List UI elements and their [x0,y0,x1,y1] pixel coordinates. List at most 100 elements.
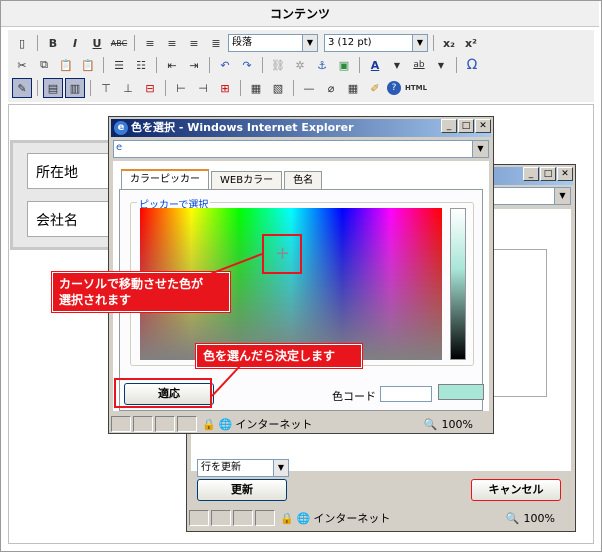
update-button[interactable]: 更新 [197,479,287,501]
toolbar-divider [156,57,157,73]
status-cell [189,510,209,526]
delete-row-icon[interactable]: ⊟ [140,78,160,98]
zoom-level[interactable]: 100% [524,512,555,525]
toolbar-divider [456,57,457,73]
remove-format-icon[interactable]: ⌀ [321,78,341,98]
luminance-bar[interactable] [450,208,466,360]
superscript-icon[interactable]: x² [461,33,481,53]
toolbar-divider [209,57,210,73]
chevron-down-icon: ▼ [273,460,288,476]
close-icon[interactable]: ✕ [557,167,573,181]
tab-color-names[interactable]: 色名 [284,171,323,189]
zoom-icon[interactable]: 🔍 [424,418,438,431]
anchor-icon[interactable]: ⚓ [312,55,332,75]
row-action-select[interactable]: 行を更新 ▼ [197,459,289,477]
chevron-down-icon[interactable]: ▼ [431,55,451,75]
cleanup-icon[interactable]: ✐ [365,78,385,98]
special-character-icon[interactable]: Ω [462,55,482,75]
outdent-icon[interactable]: ⇤ [162,55,182,75]
help-icon[interactable]: ? [387,81,401,95]
subscript-icon[interactable]: x₂ [439,33,459,53]
status-cell [233,510,253,526]
tab-color-picker[interactable]: カラーピッカー [121,169,209,189]
color-picker-titlebar: e 色を選択 - Windows Internet Explorer [111,119,491,137]
paste-icon[interactable]: 📋 [56,55,76,75]
horizontal-rule-icon[interactable]: — [299,78,319,98]
merge-cells-icon[interactable]: ▧ [268,78,288,98]
color-code-input[interactable] [380,386,432,402]
chevron-down-icon: ▼ [412,35,427,51]
unlink-icon[interactable]: ✲ [290,55,310,75]
zoom-icon[interactable]: 🔍 [506,512,520,525]
status-zone: インターネット [235,418,313,431]
cancel-button[interactable]: キャンセル [471,479,561,501]
zoom-level[interactable]: 100% [442,418,473,431]
numbered-list-icon[interactable]: ☷ [131,55,151,75]
html-source-icon[interactable]: HTML [403,78,429,98]
toolbar-divider [262,57,263,73]
status-cell [155,416,175,432]
undo-icon[interactable]: ↶ [215,55,235,75]
image-icon[interactable]: ▣ [334,55,354,75]
redo-icon[interactable]: ↷ [237,55,257,75]
toolbar-divider [37,80,38,96]
chevron-down-icon[interactable]: ▼ [387,55,407,75]
table-props-icon[interactable]: ▥ [65,78,85,98]
color-cursor-highlight: + [262,234,302,274]
underline-icon[interactable]: U [87,33,107,53]
bold-icon[interactable]: B [43,33,63,53]
apply-note-callout: 色を選んだら決定します [196,344,362,368]
strikethrough-icon[interactable]: ABC [109,33,129,53]
maximize-icon[interactable]: □ [458,119,474,133]
insert-row-before-icon[interactable]: ⊤ [96,78,116,98]
delete-col-icon[interactable]: ⊞ [215,78,235,98]
align-justify-icon[interactable]: ≣ [206,33,226,53]
visual-aid-icon[interactable]: ▦ [343,78,363,98]
back-status-bar: 🔒 🌐 インターネット 🔍 100% [189,509,573,527]
cut-icon[interactable]: ✂ [12,55,32,75]
color-code-label: 色コード [332,390,376,403]
italic-icon[interactable]: I [65,33,85,53]
new-document-icon[interactable]: ▯ [12,33,32,53]
status-cell [255,510,275,526]
align-left-icon[interactable]: ≡ [140,33,160,53]
font-size-select[interactable]: 3 (12 pt) ▼ [324,34,428,52]
minimize-icon[interactable]: _ [441,119,457,133]
maximize-icon[interactable]: □ [540,167,556,181]
toolbar-divider [90,80,91,96]
cursor-note-callout: カーソルで移動させた色が 選択されます [52,272,230,312]
format-select-value: 段落 [232,37,252,48]
link-icon[interactable]: ⛓ [268,55,288,75]
align-right-icon[interactable]: ≡ [184,33,204,53]
copy-icon[interactable]: ⧉ [34,55,54,75]
align-center-icon[interactable]: ≡ [162,33,182,53]
address-bar[interactable]: e ▼ [113,140,489,158]
text-color-icon[interactable]: A [365,55,385,75]
page-icon: e [116,142,123,153]
toolbar-divider [37,35,38,51]
indent-icon[interactable]: ⇥ [184,55,204,75]
color-picker-controls: _ □ ✕ [441,119,491,133]
paste-text-icon[interactable]: 📋 [78,55,98,75]
minimize-icon[interactable]: _ [523,167,539,181]
close-icon[interactable]: ✕ [475,119,491,133]
format-select[interactable]: 段落 ▼ [228,34,318,52]
editor-toolbar: ▯ B I U ABC ≡ ≡ ≡ ≣ 段落 ▼ 3 (12 pt) ▼ x₂ x²… [8,30,594,102]
tab-web-colors[interactable]: WEBカラー [211,171,283,189]
highlight-color-icon[interactable]: ab [409,55,429,75]
table-icon[interactable]: ▤ [43,78,63,98]
bullet-list-icon[interactable]: ☰ [109,55,129,75]
toolbar-divider [293,80,294,96]
insert-col-before-icon[interactable]: ⊢ [171,78,191,98]
insert-col-after-icon[interactable]: ⊣ [193,78,213,98]
insert-row-after-icon[interactable]: ⊥ [118,78,138,98]
font-size-select-value: 3 (12 pt) [328,37,372,48]
toolbar-divider [433,35,434,51]
split-cells-icon[interactable]: ▦ [246,78,266,98]
edit-style-icon[interactable]: ✎ [12,78,32,98]
chevron-down-icon: ▼ [472,141,488,157]
window-title: 色を選択 - Windows Internet Explorer [131,121,354,134]
chevron-down-icon: ▼ [554,188,570,204]
back-window-controls: _ □ ✕ [523,167,573,181]
crosshair-icon: + [275,243,291,264]
